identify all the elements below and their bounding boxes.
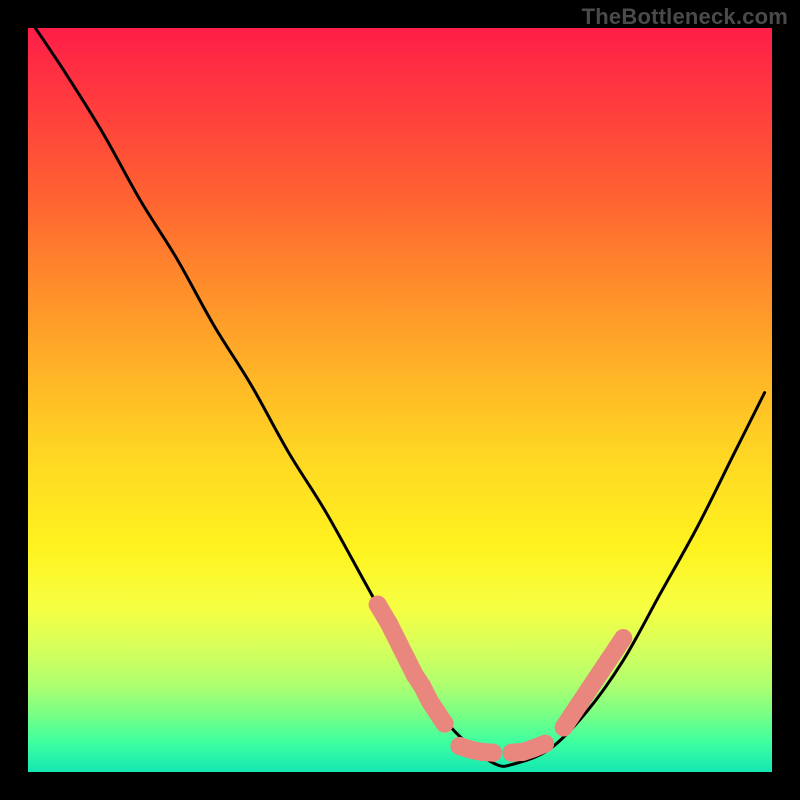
chart-frame: TheBottleneck.com: [0, 0, 800, 800]
marker-dots: [369, 596, 633, 762]
chart-overlay: [0, 0, 800, 800]
